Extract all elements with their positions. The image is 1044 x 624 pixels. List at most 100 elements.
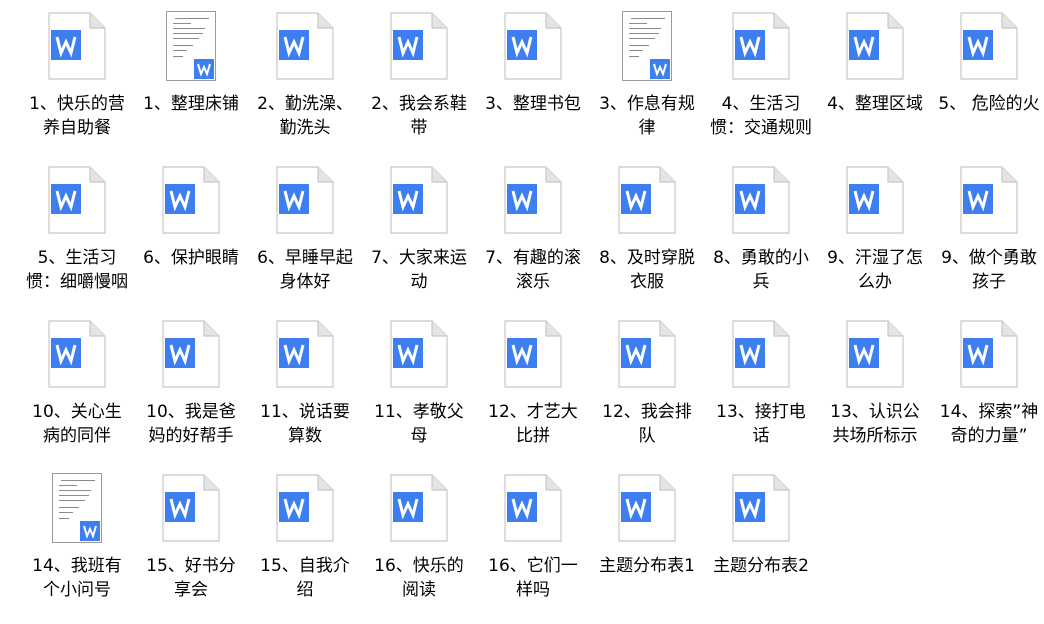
file-item[interactable]: 15、自我介绍 (248, 470, 362, 624)
file-name: 13、接打电话 (716, 402, 806, 446)
file-item[interactable]: 2、勤洗澡、勤洗头 (248, 8, 362, 162)
word-doc-icon (390, 166, 448, 234)
file-name: 9、汗湿了怎么办 (827, 248, 923, 292)
file-item[interactable]: 12、才艺大比拼 (476, 316, 590, 470)
file-thumbnail (387, 162, 451, 238)
file-thumbnail (159, 316, 223, 392)
file-item[interactable]: 5、 危险的火 (932, 8, 1044, 162)
word-doc-icon (162, 166, 220, 234)
file-name: 15、好书分享会 (146, 556, 236, 600)
file-item[interactable]: 3、整理书包 (476, 8, 590, 162)
file-name: 13、认识公共场所标示 (830, 402, 920, 446)
word-doc-icon (504, 320, 562, 388)
doc-preview-thumbnail (622, 11, 672, 81)
file-thumbnail (387, 316, 451, 392)
file-item[interactable]: 4、整理区域 (818, 8, 932, 162)
file-item[interactable]: 7、有趣的滚滚乐 (476, 162, 590, 316)
file-item[interactable]: 6、保护眼睛 (134, 162, 248, 316)
word-doc-icon (732, 320, 790, 388)
file-item[interactable]: 主题分布表2 (704, 470, 818, 624)
word-doc-icon (618, 474, 676, 542)
word-doc-icon (390, 12, 448, 80)
file-item[interactable]: 7、大家来运动 (362, 162, 476, 316)
word-doc-icon (846, 320, 904, 388)
file-thumbnail (615, 8, 679, 84)
word-doc-icon (390, 474, 448, 542)
file-name: 6、保护眼睛 (143, 248, 239, 268)
file-name: 1、快乐的营养自助餐 (29, 94, 125, 138)
word-doc-icon (618, 166, 676, 234)
file-thumbnail (273, 470, 337, 546)
file-thumbnail (273, 8, 337, 84)
word-doc-icon (162, 320, 220, 388)
word-doc-icon (846, 12, 904, 80)
word-doc-icon (732, 474, 790, 542)
word-doc-icon (48, 320, 106, 388)
file-thumbnail (387, 8, 451, 84)
file-name: 5、 危险的火 (938, 94, 1040, 114)
file-name: 3、作息有规律 (599, 94, 695, 138)
file-thumbnail (273, 162, 337, 238)
file-item[interactable]: 8、及时穿脱衣服 (590, 162, 704, 316)
file-name: 2、勤洗澡、勤洗头 (257, 94, 353, 138)
file-thumbnail (843, 316, 907, 392)
file-name: 9、做个勇敢孩子 (941, 248, 1037, 292)
file-item[interactable]: 3、作息有规律 (590, 8, 704, 162)
file-thumbnail (957, 162, 1021, 238)
file-thumbnail (729, 162, 793, 238)
file-item[interactable]: 1、快乐的营养自助餐 (20, 8, 134, 162)
file-item[interactable]: 4、生活习惯：交通规则 (704, 8, 818, 162)
file-item[interactable]: 10、关心生病的同伴 (20, 316, 134, 470)
word-doc-icon (48, 12, 106, 80)
file-item[interactable]: 8、勇敢的小兵 (704, 162, 818, 316)
file-item[interactable]: 13、接打电话 (704, 316, 818, 470)
word-doc-icon (276, 166, 334, 234)
file-thumbnail (843, 8, 907, 84)
file-name: 16、它们一样吗 (488, 556, 578, 600)
doc-preview-thumbnail (52, 473, 102, 543)
file-name: 4、整理区域 (827, 94, 923, 114)
file-name: 12、才艺大比拼 (488, 402, 578, 446)
word-doc-icon (960, 12, 1018, 80)
word-doc-icon (732, 12, 790, 80)
file-item[interactable]: 主题分布表1 (590, 470, 704, 624)
file-thumbnail (729, 470, 793, 546)
file-item[interactable]: 11、说话要算数 (248, 316, 362, 470)
file-item[interactable]: 13、认识公共场所标示 (818, 316, 932, 470)
file-item[interactable]: 9、汗湿了怎么办 (818, 162, 932, 316)
file-item[interactable]: 14、我班有个小问号 (20, 470, 134, 624)
file-item[interactable]: 5、生活习惯：细嚼慢咽 (20, 162, 134, 316)
file-item[interactable]: 9、做个勇敢孩子 (932, 162, 1044, 316)
file-thumbnail (387, 470, 451, 546)
word-doc-icon (162, 474, 220, 542)
word-doc-icon (732, 166, 790, 234)
file-name: 1、整理床铺 (143, 94, 239, 114)
file-item[interactable]: 14、探索”神奇的力量” (932, 316, 1044, 470)
file-item[interactable]: 16、快乐的阅读 (362, 470, 476, 624)
word-doc-icon (48, 166, 106, 234)
word-doc-icon (390, 320, 448, 388)
file-thumbnail (159, 162, 223, 238)
file-item[interactable]: 11、孝敬父母 (362, 316, 476, 470)
file-thumbnail (501, 162, 565, 238)
file-item[interactable]: 1、整理床铺 (134, 8, 248, 162)
file-item[interactable]: 2、我会系鞋带 (362, 8, 476, 162)
file-item[interactable]: 15、好书分享会 (134, 470, 248, 624)
file-thumbnail (843, 162, 907, 238)
word-doc-icon (276, 320, 334, 388)
file-item[interactable]: 6、早睡早起身体好 (248, 162, 362, 316)
word-doc-icon (504, 166, 562, 234)
file-name: 4、生活习惯：交通规则 (710, 94, 812, 138)
file-thumbnail (615, 162, 679, 238)
file-item[interactable]: 10、我是爸妈的好帮手 (134, 316, 248, 470)
file-name: 11、孝敬父母 (374, 402, 464, 446)
file-thumbnail (957, 8, 1021, 84)
file-thumbnail (501, 470, 565, 546)
file-item[interactable]: 16、它们一样吗 (476, 470, 590, 624)
file-thumbnail (729, 8, 793, 84)
word-badge-icon (650, 59, 670, 79)
file-thumbnail (957, 316, 1021, 392)
file-name: 8、及时穿脱衣服 (599, 248, 695, 292)
file-name: 5、生活习惯：细嚼慢咽 (26, 248, 128, 292)
file-item[interactable]: 12、我会排队 (590, 316, 704, 470)
